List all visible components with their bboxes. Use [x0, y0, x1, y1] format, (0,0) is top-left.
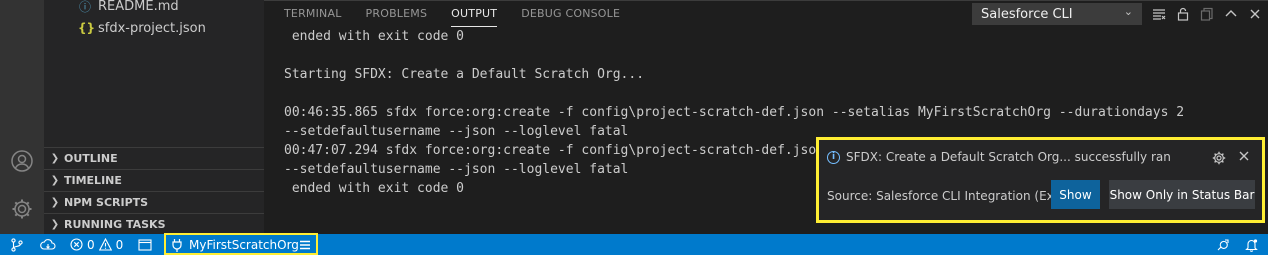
close-icon[interactable]: [1238, 150, 1250, 166]
section-label: NPM SCRIPTS: [64, 196, 149, 209]
error-icon: [70, 238, 83, 251]
chevron-down-icon: ⌄: [1123, 5, 1133, 18]
lock-icon[interactable]: [1173, 3, 1193, 25]
clear-output-icon[interactable]: [1149, 3, 1169, 25]
notification-source: Source: Salesforce CLI Integration (Exte…: [827, 189, 1078, 203]
source-control-icon[interactable]: [10, 234, 24, 255]
error-count: 0: [87, 237, 95, 252]
notifications-bell-icon[interactable]: [1245, 234, 1258, 255]
gear-icon[interactable]: [6, 193, 38, 225]
problems-indicator[interactable]: 0 0: [70, 234, 123, 255]
copy-icon[interactable]: [1197, 3, 1217, 25]
chevron-right-icon: ❯: [50, 219, 60, 230]
activity-bar: [0, 0, 44, 234]
account-icon[interactable]: [6, 145, 38, 177]
json-braces-icon: {}: [78, 21, 96, 35]
tab-output[interactable]: OUTPUT: [451, 1, 498, 27]
output-line: ended with exit code 0: [284, 29, 465, 44]
show-only-in-status-bar-button[interactable]: Show Only in Status Bar: [1109, 180, 1255, 209]
close-icon[interactable]: [1245, 3, 1265, 25]
chevron-right-icon: ❯: [50, 197, 60, 208]
chevron-right-icon: ❯: [50, 153, 60, 164]
window-icon[interactable]: [138, 234, 152, 255]
chevron-up-icon[interactable]: [1221, 3, 1241, 25]
info-circle-icon: ⓘ: [78, 0, 91, 14]
warning-icon: [98, 238, 112, 251]
tab-problems[interactable]: PROBLEMS: [366, 1, 428, 27]
cloud-sync-icon[interactable]: [40, 234, 56, 255]
output-line: Starting SFDX: Create a Default Scratch …: [284, 67, 645, 82]
section-running-tasks[interactable]: ❯ RUNNING TASKS: [44, 213, 264, 235]
file-sfdx-project-json[interactable]: {} sfdx-project.json: [78, 18, 206, 38]
notification-toast: i SFDX: Create a Default Scratch Org... …: [816, 137, 1265, 223]
notification-message: i SFDX: Create a Default Scratch Org... …: [827, 150, 1171, 164]
section-label: RUNNING TASKS: [64, 218, 166, 231]
section-label: TIMELINE: [64, 174, 122, 187]
tab-terminal[interactable]: TERMINAL: [284, 1, 342, 27]
panel-tabs: TERMINAL PROBLEMS OUTPUT DEBUG CONSOLE: [284, 1, 620, 27]
section-npm-scripts[interactable]: ❯ NPM SCRIPTS: [44, 191, 264, 213]
gear-icon[interactable]: [1212, 151, 1226, 169]
feedback-icon[interactable]: [1216, 234, 1230, 255]
output-channel-select[interactable]: Salesforce CLI ⌄: [972, 3, 1142, 25]
file-readme[interactable]: ⓘ README.md: [78, 0, 179, 16]
file-name: sfdx-project.json: [98, 20, 206, 36]
info-icon: i: [827, 150, 840, 164]
org-highlight-box: [164, 233, 318, 255]
file-name: README.md: [98, 0, 179, 14]
warning-count: 0: [115, 237, 124, 252]
sidebar: ⓘ README.md {} sfdx-project.json ❯ OUTLI…: [44, 0, 264, 234]
panel-actions: [1149, 3, 1265, 25]
tab-debug-console[interactable]: DEBUG CONSOLE: [521, 1, 620, 27]
show-button[interactable]: Show: [1051, 180, 1100, 209]
output-channel-value: Salesforce CLI: [981, 6, 1073, 22]
chevron-right-icon: ❯: [50, 175, 60, 186]
section-timeline[interactable]: ❯ TIMELINE: [44, 169, 264, 191]
section-label: OUTLINE: [64, 152, 118, 165]
output-line: 00:46:35.865 sfdx force:org:create -f co…: [284, 105, 1185, 120]
notification-text: SFDX: Create a Default Scratch Org... su…: [846, 150, 1171, 164]
section-outline[interactable]: ❯ OUTLINE: [44, 147, 264, 169]
